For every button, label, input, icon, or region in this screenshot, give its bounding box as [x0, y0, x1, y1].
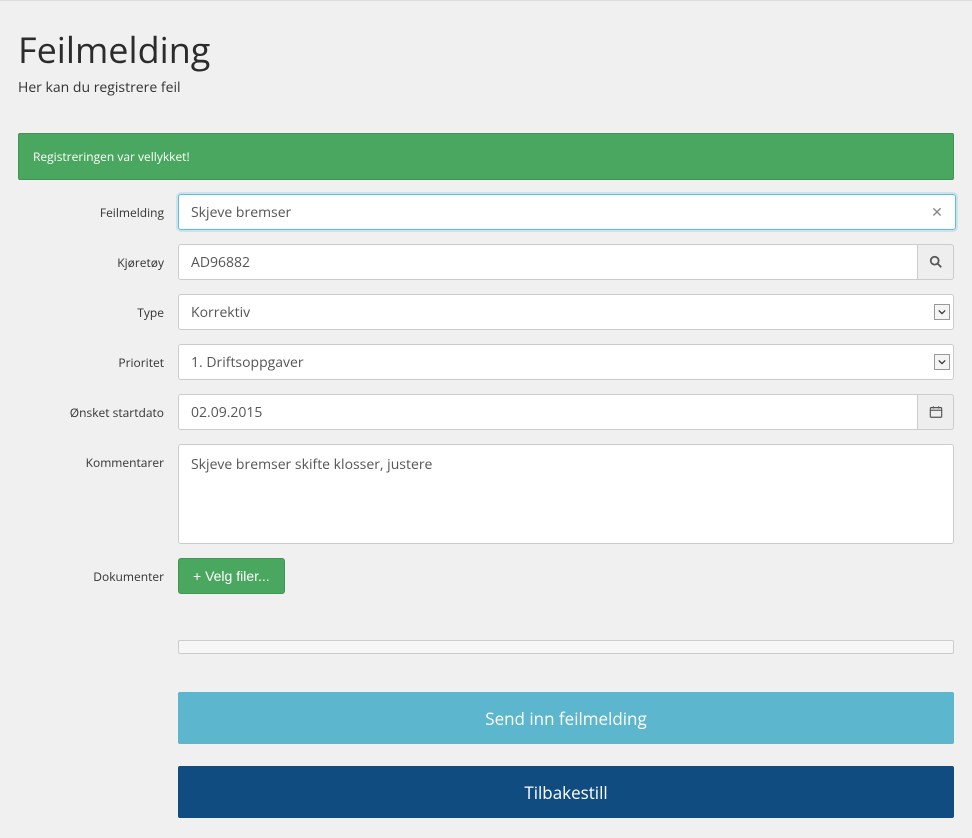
dokumenter-label: Dokumenter — [18, 558, 178, 585]
submit-button[interactable]: Send inn feilmelding — [178, 692, 954, 744]
kjoretoy-input[interactable] — [178, 244, 918, 280]
choose-files-button[interactable]: + Velg filer... — [178, 558, 285, 594]
reset-button[interactable]: Tilbakestill — [178, 766, 954, 818]
upload-progress — [178, 640, 954, 654]
page-title: Feilmelding — [18, 25, 954, 74]
type-select[interactable]: Korrektiv — [178, 294, 954, 330]
clear-icon[interactable]: ✕ — [920, 194, 954, 230]
feilmelding-input[interactable] — [178, 194, 956, 230]
success-alert-text: Registreringen var vellykket! — [33, 148, 190, 165]
page-header: Feilmelding Her kan du registrere feil — [0, 1, 972, 105]
page-subtitle: Her kan du registrere feil — [18, 78, 954, 97]
type-label: Type — [18, 294, 178, 321]
kommentarer-label: Kommentarer — [18, 444, 178, 471]
prioritet-label: Prioritet — [18, 344, 178, 371]
startdato-label: Ønsket startdato — [18, 394, 178, 421]
feilmelding-label: Feilmelding — [18, 194, 178, 221]
kjoretoy-label: Kjøretøy — [18, 244, 178, 271]
calendar-icon[interactable] — [918, 394, 954, 430]
type-select-value: Korrektiv — [191, 303, 250, 322]
search-icon[interactable] — [918, 244, 954, 280]
prioritet-select[interactable]: 1. Driftsoppgaver — [178, 344, 954, 380]
kommentarer-textarea[interactable] — [178, 444, 954, 544]
prioritet-select-value: 1. Driftsoppgaver — [191, 353, 304, 372]
success-alert: Registreringen var vellykket! — [18, 133, 954, 180]
startdato-input[interactable] — [178, 394, 918, 430]
